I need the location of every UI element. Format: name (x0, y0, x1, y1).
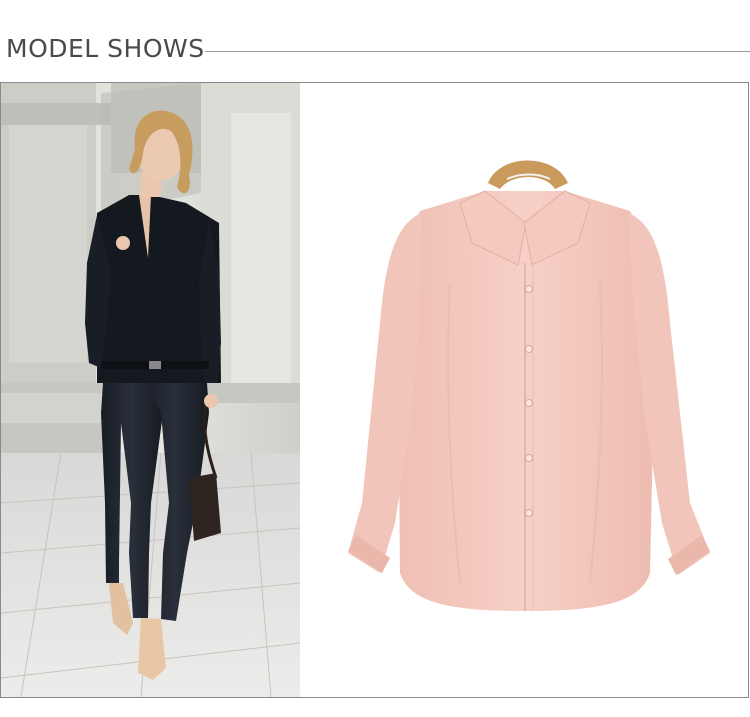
product-photo (300, 83, 748, 697)
section-header: MODEL SHOWS (0, 0, 750, 82)
model-photo (1, 83, 300, 697)
blouse-on-hanger-illustration (300, 83, 748, 697)
header-divider (205, 51, 750, 52)
section-title: MODEL SHOWS (6, 34, 205, 63)
model-photo-illustration (1, 83, 300, 697)
